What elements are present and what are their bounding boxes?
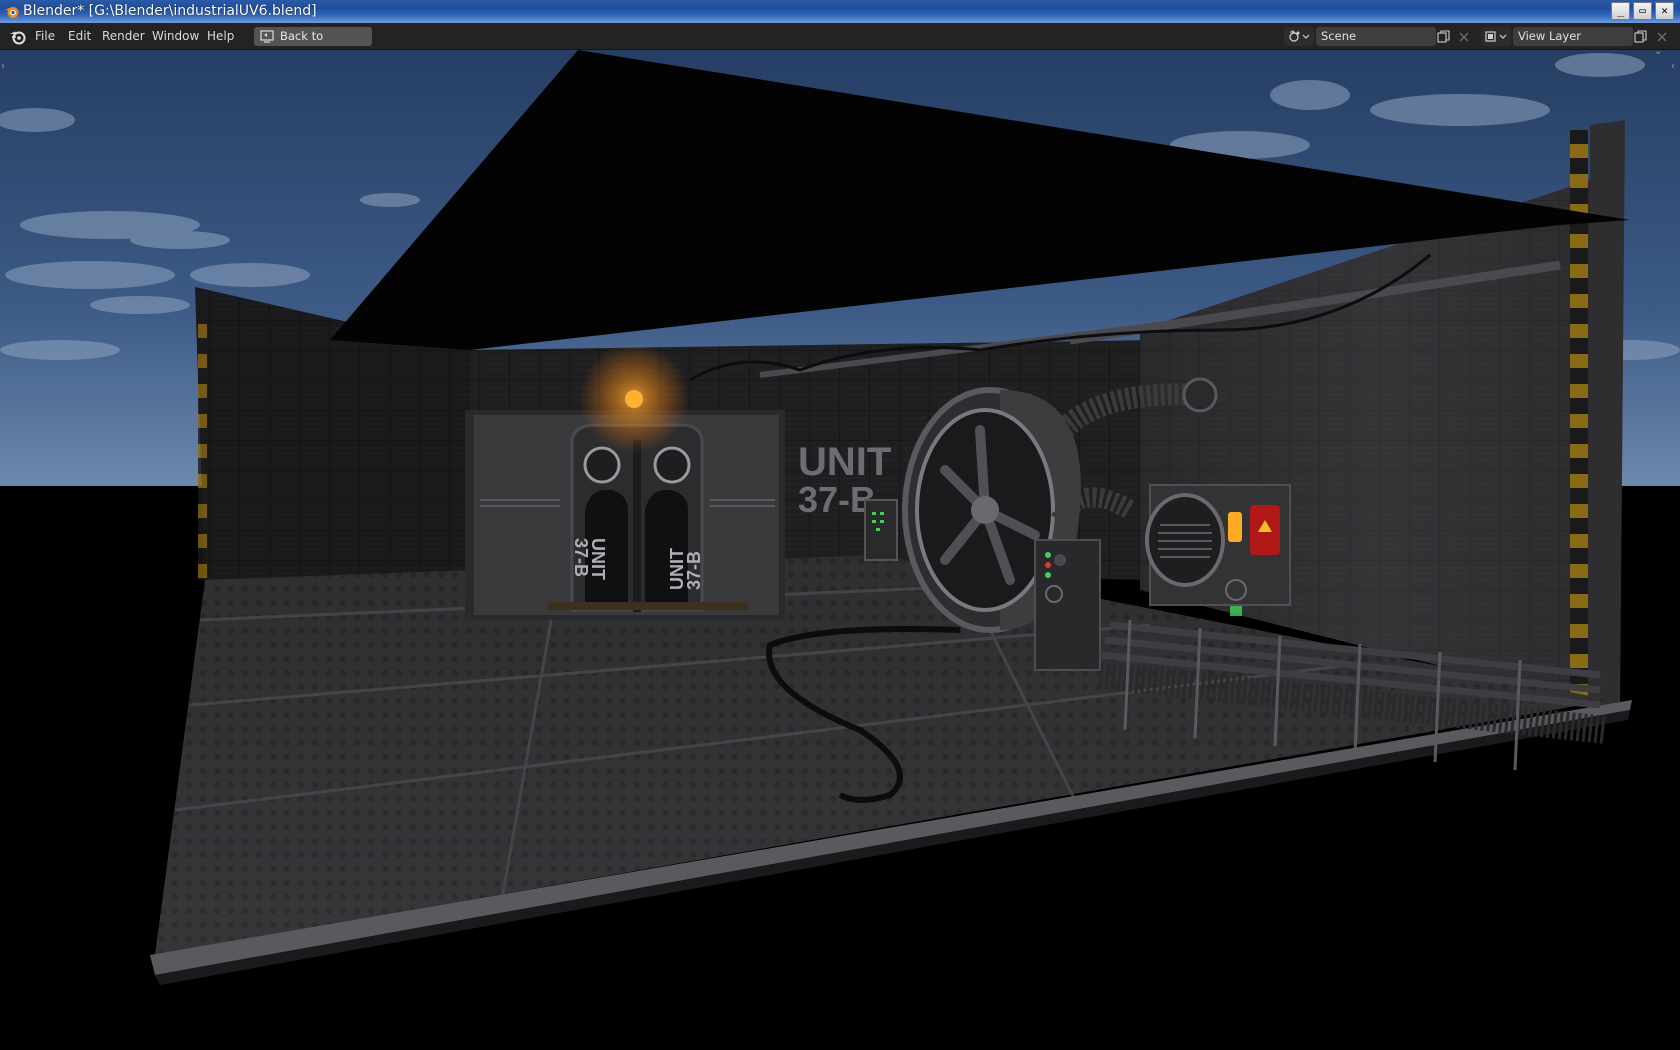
- header-expand-chevron-icon[interactable]: ⌄: [1654, 50, 1662, 57]
- maximize-button[interactable]: ▭: [1633, 2, 1652, 20]
- right-wall-edge: [1588, 120, 1625, 710]
- minimize-button[interactable]: _: [1611, 2, 1630, 20]
- menu-edit[interactable]: Edit: [68, 23, 91, 49]
- blender-app-icon: [5, 7, 19, 18]
- window-titlebar: Blender* [G:\Blender\industrialUV6.blend…: [0, 0, 1680, 23]
- amber-lamp: [625, 390, 643, 408]
- left-region-toggle-icon[interactable]: ›: [1, 62, 5, 72]
- left-control-box: [864, 499, 898, 561]
- blender-logo-icon[interactable]: [9, 28, 26, 45]
- render-layers-icon: [1485, 31, 1507, 42]
- render-image: UNIT 37-B UNIT 37-B UNIT 37-B: [0, 50, 1680, 1050]
- view-layer-name-label: View Layer: [1518, 29, 1582, 43]
- render-viewport[interactable]: UNIT 37-B UNIT 37-B UNIT 37-B › ‹ ⌄: [0, 50, 1680, 1050]
- fullscreen-back-icon: [260, 30, 274, 43]
- control-cabinet: [1034, 539, 1101, 671]
- menu-help[interactable]: Help: [207, 23, 234, 49]
- remove-scene-close-icon[interactable]: [1459, 32, 1469, 42]
- back-to-previous-button[interactable]: Back to Previous: [254, 27, 372, 62]
- close-window-button[interactable]: ✕: [1655, 2, 1674, 20]
- menu-render[interactable]: Render: [102, 23, 145, 49]
- view-layer-browse-button[interactable]: [1481, 27, 1511, 46]
- duplicate-scene-icon[interactable]: [1437, 30, 1450, 43]
- amber-indicator: [1228, 512, 1242, 542]
- scene-name-label: Scene: [1321, 29, 1357, 43]
- menu-file[interactable]: File: [35, 23, 55, 49]
- left-hazard-stripe: [198, 310, 207, 580]
- window-title: Blender* [G:\Blender\industrialUV6.blend…: [23, 3, 317, 19]
- view-layer-name-field[interactable]: View Layer: [1513, 27, 1647, 46]
- right-region-toggle-icon[interactable]: ‹: [1671, 62, 1675, 72]
- door-mat: [548, 602, 748, 610]
- remove-view-layer-close-icon[interactable]: [1657, 32, 1667, 42]
- duplicate-view-layer-icon[interactable]: [1634, 30, 1647, 43]
- scene-name-field[interactable]: Scene: [1316, 27, 1450, 46]
- scene-browse-button[interactable]: [1284, 27, 1314, 46]
- door-right-porthole: [653, 446, 691, 484]
- wall-sign-line1: UNIT: [798, 440, 891, 484]
- door-left-sign-line2: 37-B: [571, 538, 591, 577]
- topbar: File Edit Render Window Help Back to Pre…: [0, 23, 1680, 62]
- menu-window[interactable]: Window: [152, 23, 199, 49]
- door-left-porthole: [583, 446, 621, 484]
- scene-icon: [1289, 30, 1310, 42]
- door-right-sign-line2: 37-B: [684, 551, 704, 590]
